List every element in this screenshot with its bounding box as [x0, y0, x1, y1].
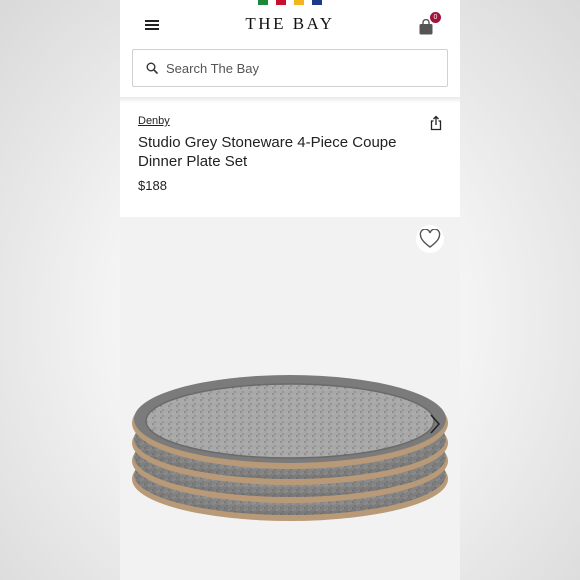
search-input[interactable]: Search The Bay: [132, 49, 448, 87]
stripe-red: [276, 0, 286, 5]
store-logo[interactable]: THE BAY: [120, 14, 460, 34]
product-title: Studio Grey Stoneware 4-Piece Coupe Dinn…: [138, 134, 397, 170]
share-icon[interactable]: [429, 115, 443, 131]
product-price: $188: [138, 178, 167, 193]
header-divider: [120, 97, 460, 103]
app-screen: THE BAY 0 Search The Bay Denby Studio Gr…: [120, 0, 460, 580]
wishlist-button[interactable]: [416, 225, 444, 253]
shopping-bag-icon[interactable]: 0: [418, 12, 441, 36]
search-placeholder: Search The Bay: [166, 61, 259, 76]
brand-stripes: [258, 0, 322, 5]
product-image-plates: [132, 375, 448, 521]
heart-icon: [419, 229, 441, 248]
stripe-blue: [312, 0, 322, 5]
product-brand-link[interactable]: Denby: [138, 115, 170, 127]
bag-count-badge: 0: [430, 12, 441, 23]
product-image-carousel[interactable]: [120, 217, 460, 580]
stripe-yellow: [294, 0, 304, 5]
next-image-button[interactable]: [428, 413, 442, 435]
search-icon: [146, 62, 158, 74]
chevron-right-icon: [430, 414, 441, 434]
stripe-green: [258, 0, 268, 5]
